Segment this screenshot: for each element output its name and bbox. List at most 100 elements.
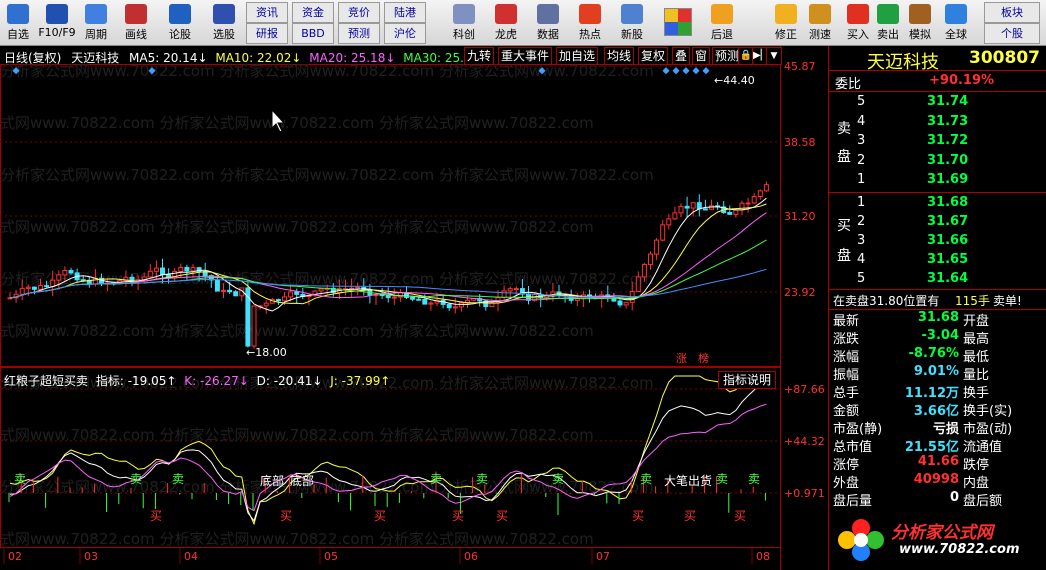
bid-label-2: 盘: [837, 248, 851, 264]
toolbar3-5-label: 模拟: [909, 28, 931, 41]
toolbar-4-button[interactable]: 论股: [162, 2, 198, 43]
toolbar-5-button[interactable]: 选股: [206, 2, 242, 43]
toolbar2-3-button[interactable]: 热点: [570, 2, 610, 43]
buy-icon: [847, 4, 869, 24]
candle-body: [422, 299, 428, 305]
toolbar: 自选 F10/F9 周期 画线 论股 选股 资讯 资金 竞价 陆港研报 BBD 预测 沪伦 科创 龙虎 数…: [0, 0, 1046, 46]
low-price-mark: ←18.00: [246, 346, 287, 359]
toolbar2-0-button[interactable]: 科创: [444, 2, 484, 43]
chevron-down-icon[interactable]: ▼: [766, 47, 782, 65]
toolbar3-6-button[interactable]: 全球: [940, 2, 972, 43]
toolbar2-3-label: 热点: [579, 28, 601, 41]
chart-tab-0[interactable]: 九转: [464, 47, 495, 65]
toolbar3-0-button[interactable]: 后退: [706, 2, 738, 43]
bid-price-0[interactable]: 31.68: [927, 195, 968, 210]
stat-label-8: 涨停: [833, 458, 860, 473]
grid-button-0-2[interactable]: 竞价: [338, 2, 380, 23]
ask-price-4[interactable]: 31.69: [927, 172, 968, 187]
toolbar-2-button[interactable]: 周期: [78, 2, 114, 43]
indicator-help-button[interactable]: 指标说明: [718, 371, 776, 389]
candle-body: [19, 287, 25, 295]
ask-price-0[interactable]: 31.74: [927, 94, 968, 109]
date-axis-label-1: 03: [84, 550, 98, 563]
stat-label-0: 最新: [833, 314, 860, 329]
ask-price-1[interactable]: 31.73: [927, 114, 968, 129]
sell-icon: [877, 4, 899, 24]
toolbar3-1-button[interactable]: 修正: [770, 2, 802, 43]
sector-grid-button-0[interactable]: 板块: [984, 2, 1040, 23]
buy-signal-0: 买: [150, 509, 162, 523]
chart-tab-1[interactable]: 重大事件: [498, 47, 553, 65]
grid-button-1-0[interactable]: 研报: [246, 23, 288, 44]
chart-tab-6[interactable]: 窗: [692, 47, 711, 65]
chart-svg[interactable]: 45.87 38.58 31.20 23.92 +87.66 +44.32 +0.971 02…: [0, 46, 828, 570]
candle-body: [623, 301, 629, 306]
period-mode[interactable]: 日线(复权): [4, 51, 61, 65]
chart-tab-2[interactable]: 加自选: [556, 47, 599, 65]
ask-price-2[interactable]: 31.72: [927, 133, 968, 148]
bid-price-2[interactable]: 31.66: [927, 233, 968, 248]
site-logo: 分析家公式网 www.70822.com: [829, 512, 1046, 570]
toolbar-0-button[interactable]: 自选: [0, 2, 36, 43]
toolbar2-4-button[interactable]: 新股: [612, 2, 652, 43]
toolbar2-2-button[interactable]: 数据: [528, 2, 568, 43]
grid-button-1-2[interactable]: 预测: [338, 23, 380, 44]
bid-label-1: 买: [837, 218, 851, 234]
stat-value-2: -8.76%: [908, 346, 960, 361]
toolbar3-2-button[interactable]: 测速: [804, 2, 836, 43]
toolbar-1-button[interactable]: F10/F9: [36, 2, 78, 43]
grid-button-1-1[interactable]: BBD: [292, 23, 334, 44]
notice-qty: 115手: [955, 294, 990, 308]
bid-price-3[interactable]: 31.65: [927, 252, 968, 267]
candle-body: [147, 270, 153, 278]
toolbar3-3-button[interactable]: 买入: [842, 2, 874, 43]
candle-body: [690, 202, 696, 209]
stat-label2-10: 盘后额: [963, 494, 1003, 509]
ask-price-3[interactable]: 31.70: [927, 153, 968, 168]
sell-signal-1: 卖: [130, 472, 142, 486]
indicator-label: 指标:: [95, 374, 124, 388]
indicator-name[interactable]: 红粮子超短买卖: [4, 374, 88, 388]
ma5-value: MA5: 20.14↓: [129, 51, 208, 65]
buy-signal-1: 买: [280, 509, 292, 523]
discuss-icon: [169, 4, 191, 24]
candle-body: [391, 296, 397, 299]
indicator-axis-label-0: +87.66: [784, 383, 825, 396]
chart-tab-3[interactable]: 均线: [604, 47, 635, 65]
toolbar2-0-label: 科创: [453, 28, 475, 41]
chart-tab-4[interactable]: 复权: [638, 47, 669, 65]
candle-body: [190, 267, 196, 272]
k-line: [9, 376, 767, 522]
buy-signal-5: 买: [632, 509, 644, 523]
toolbar-3-button[interactable]: 画线: [118, 2, 154, 43]
chart-tab-5[interactable]: 叠: [672, 47, 691, 65]
bid-price-1[interactable]: 31.67: [927, 214, 968, 229]
notice-text: 在卖盘31.80位置有: [833, 294, 940, 308]
candle-body: [660, 224, 666, 241]
candle-body: [25, 286, 31, 289]
stat-value-5: 3.66亿: [913, 404, 959, 419]
grid-button-0-0[interactable]: 资讯: [246, 2, 288, 23]
candle-body: [617, 300, 623, 306]
toolbar3-5-button[interactable]: 模拟: [904, 2, 936, 43]
toolbar3-4-button[interactable]: 卖出: [872, 2, 904, 43]
color-grid-icon[interactable]: [664, 8, 692, 36]
ask-level-4: 1: [857, 172, 866, 187]
stat-label2-6: 市盈(动): [963, 422, 1013, 437]
toolbar2-1-button[interactable]: 龙虎: [486, 2, 526, 43]
price-axis-label-1: 38.58: [784, 136, 816, 149]
kline-chart-area[interactable]: 45.87 38.58 31.20 23.92 +87.66 +44.32 +0.971 02…: [0, 46, 828, 570]
event-diamond-3: [662, 67, 670, 75]
grid-button-0-1[interactable]: 资金: [292, 2, 334, 23]
sector-grid-button-1[interactable]: 个股: [984, 23, 1040, 44]
event-diamond-4: [672, 67, 680, 75]
candle-body: [275, 299, 281, 302]
stat-label-1: 涨跌: [833, 332, 860, 347]
candle-body: [38, 285, 43, 290]
bid-level-0: 1: [857, 195, 866, 210]
ask-level-2: 3: [857, 133, 866, 148]
stat-value-7: 21.55亿: [904, 440, 959, 455]
grid-button-1-3[interactable]: 沪伦: [384, 23, 426, 44]
bid-price-4[interactable]: 31.64: [927, 271, 968, 286]
grid-button-0-3[interactable]: 陆港: [384, 2, 426, 23]
